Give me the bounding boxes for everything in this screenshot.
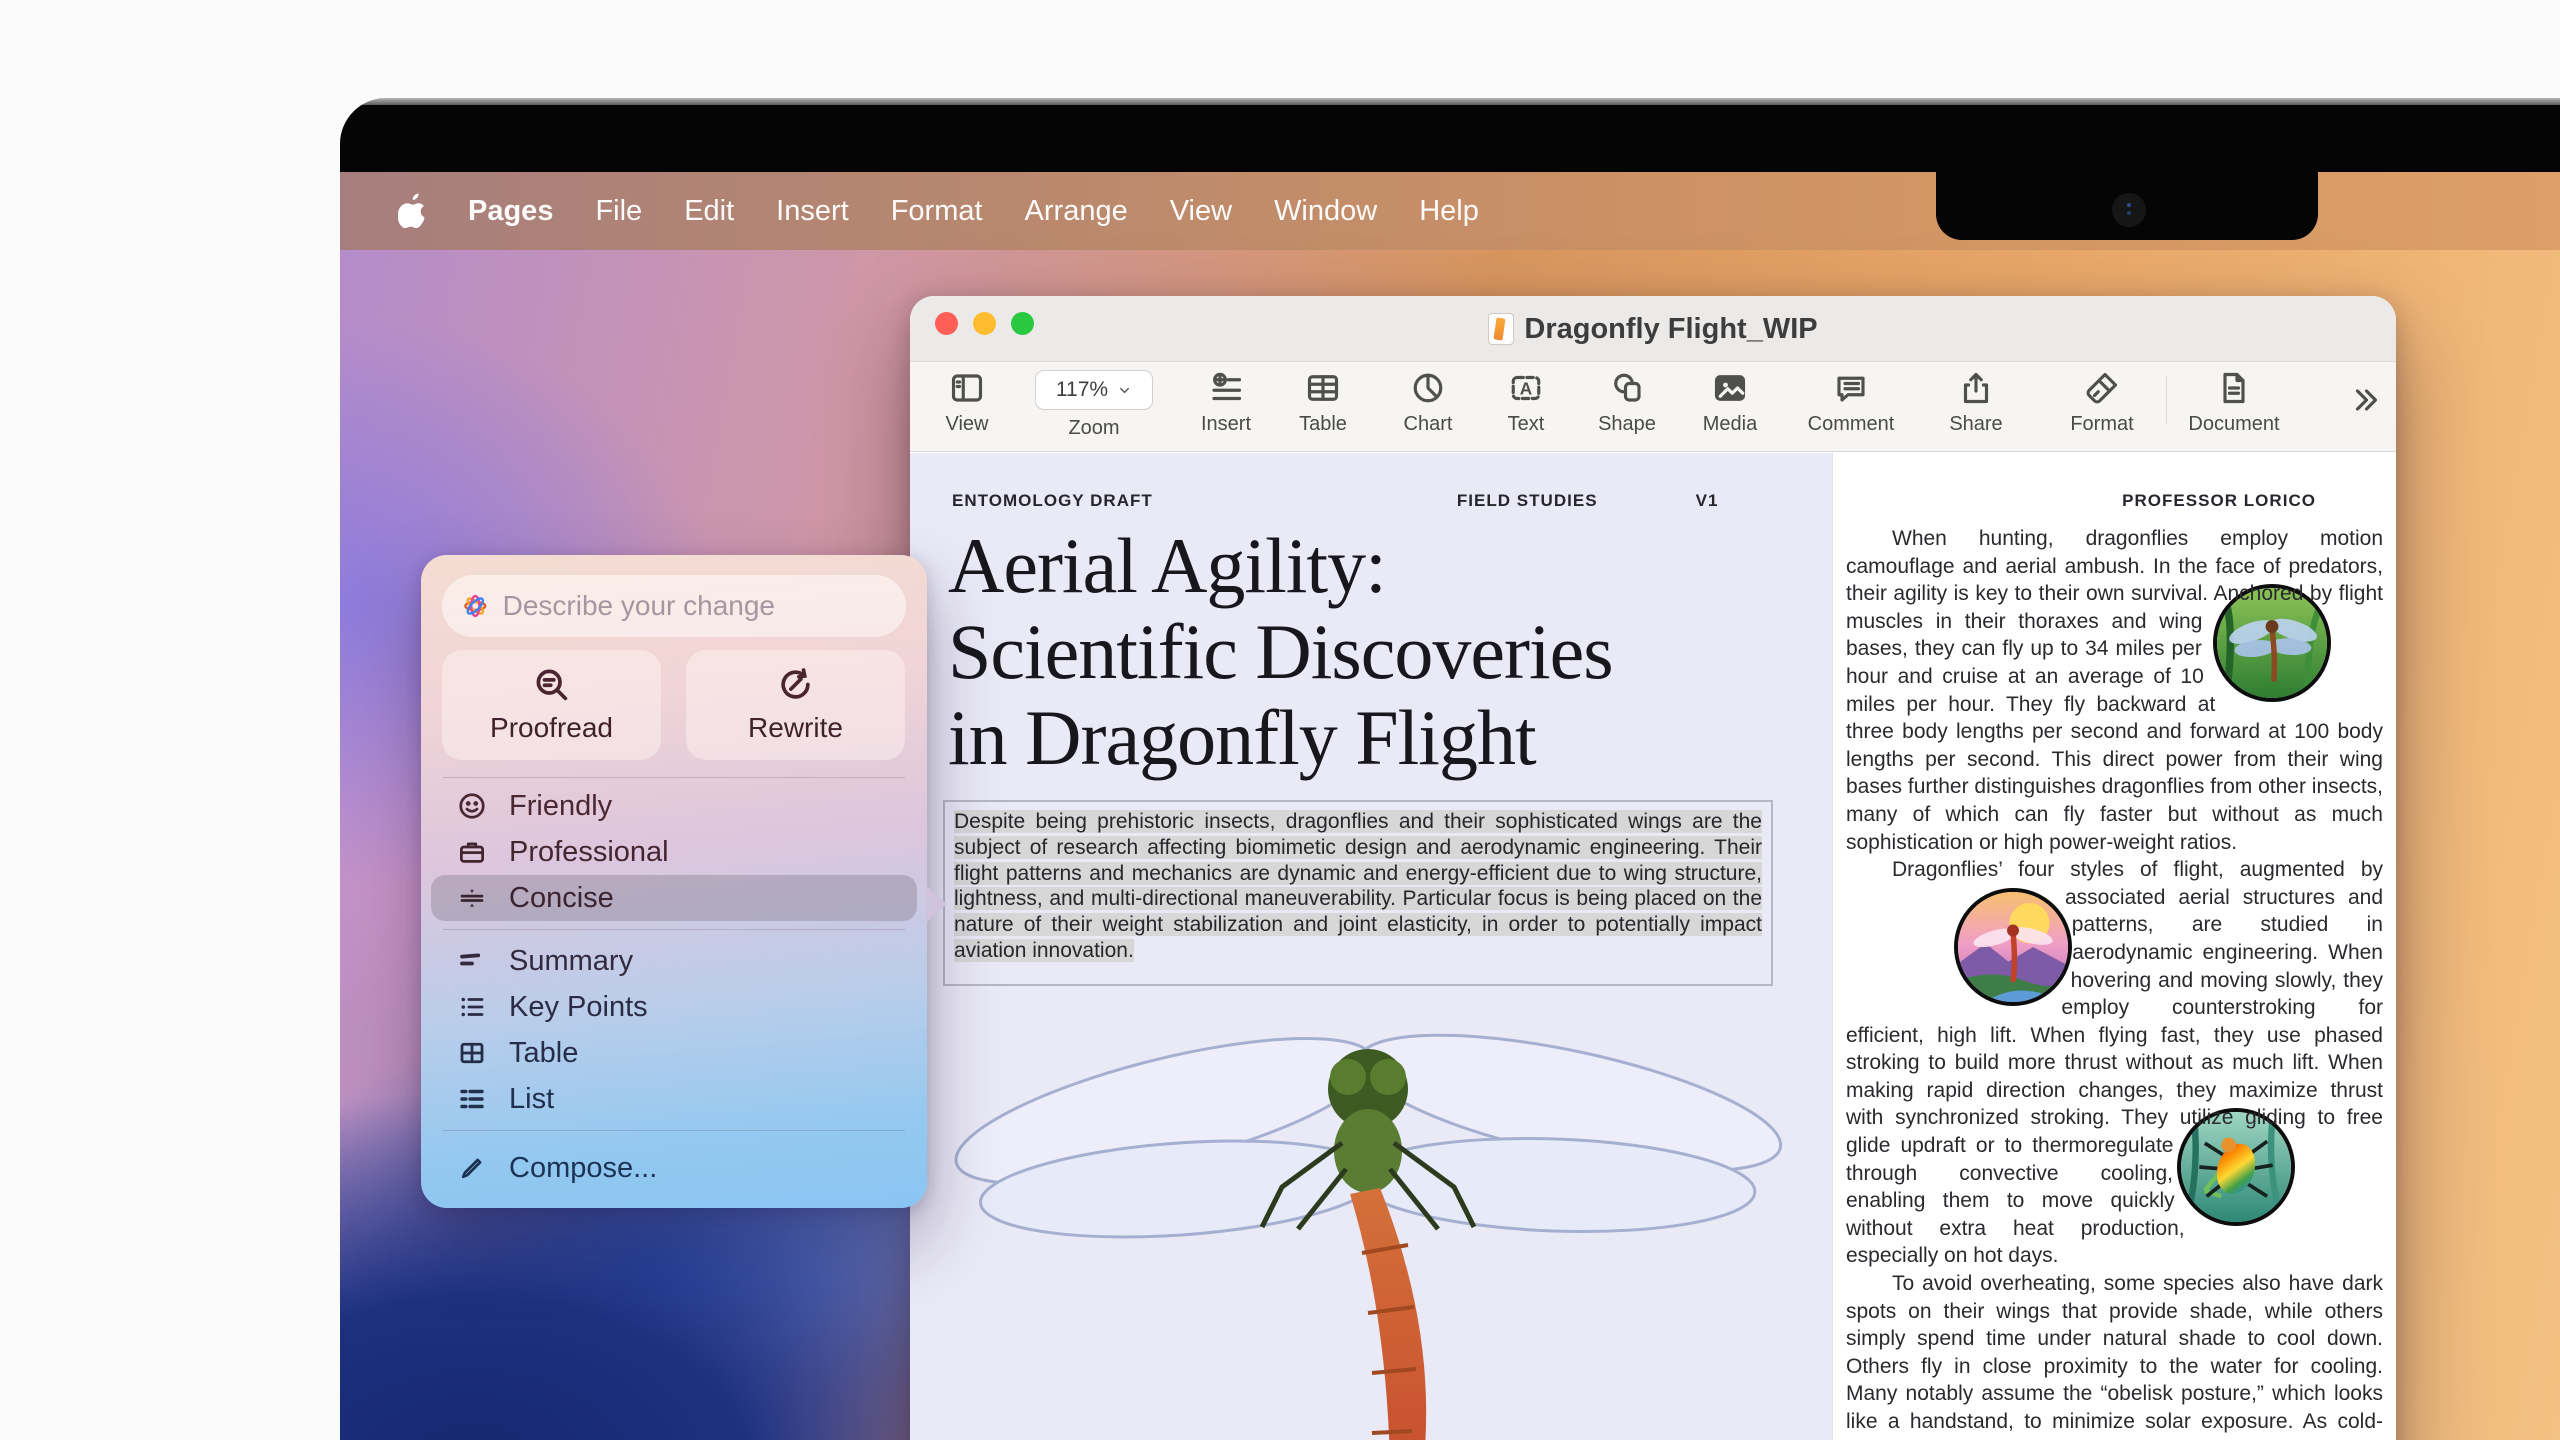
bullet-list-icon — [457, 992, 487, 1022]
svg-text:A: A — [1520, 379, 1532, 399]
document-icon — [1488, 313, 1514, 345]
pencil-icon — [457, 1153, 487, 1183]
screen-top-edge — [340, 98, 2560, 105]
popover-arrow — [926, 885, 947, 923]
writing-tools-popover: Proofread Rewrite Friendly Professional … — [421, 555, 927, 1208]
dragonfly-illustration[interactable] — [910, 993, 1832, 1440]
text-button[interactable]: A Text — [1471, 370, 1581, 436]
right-page: PROFESSOR LORICO When hunting, dragonfli… — [1832, 453, 2396, 1440]
popover-divider — [443, 777, 905, 778]
double-chevron-right-icon — [2347, 382, 2383, 418]
popover-divider — [443, 1130, 905, 1131]
kicker-field-studies: FIELD STUDIES — [1457, 491, 1598, 511]
proofread-button[interactable]: Proofread — [442, 650, 661, 760]
table-button[interactable]: Table — [1268, 370, 1378, 436]
insert-button[interactable]: Insert — [1171, 370, 1281, 436]
chevron-down-icon — [1117, 383, 1132, 398]
briefcase-icon — [457, 837, 487, 867]
format-button[interactable]: Format — [2047, 370, 2157, 436]
popover-divider — [443, 929, 905, 930]
media-button[interactable]: Media — [1675, 370, 1785, 436]
comment-button[interactable]: Comment — [1796, 370, 1906, 436]
action-key-points[interactable]: Key Points — [431, 984, 917, 1030]
share-button[interactable]: Share — [1921, 370, 2031, 436]
summary-icon — [457, 946, 487, 976]
describe-change-input[interactable] — [503, 590, 888, 622]
macbook-screen: Pages File Edit Insert Format Arrange Vi… — [340, 98, 2560, 1440]
menu-item-window[interactable]: Window — [1274, 195, 1377, 228]
rewrite-button[interactable]: Rewrite — [686, 650, 905, 760]
action-list[interactable]: List — [431, 1076, 917, 1122]
smiley-icon — [457, 791, 487, 821]
shape-button[interactable]: Shape — [1572, 370, 1682, 436]
menu-item-view[interactable]: View — [1170, 195, 1232, 228]
document-button[interactable]: Document — [2179, 370, 2289, 436]
menu-item-arrange[interactable]: Arrange — [1025, 195, 1128, 228]
apple-intelligence-icon — [460, 589, 491, 623]
describe-change-field[interactable] — [442, 575, 906, 637]
window-title: Dragonfly Flight_WIP — [910, 296, 2396, 362]
selected-paragraph[interactable]: Despite being prehistoric insects, drago… — [954, 810, 1762, 962]
left-page: ENTOMOLOGY DRAFT FIELD STUDIES V1 Aerial… — [910, 453, 1832, 1440]
paragraph-3[interactable]: To avoid overheating, some species also … — [1846, 1270, 2383, 1440]
list-icon — [457, 1084, 487, 1114]
inline-image-sunset-dragonfly[interactable] — [1954, 888, 2072, 1006]
table-icon — [457, 1038, 487, 1068]
tone-professional[interactable]: Professional — [431, 829, 917, 875]
concise-icon — [457, 883, 487, 913]
action-summary[interactable]: Summary — [431, 938, 917, 984]
more-toolbar-button[interactable] — [2310, 382, 2420, 418]
document-headline[interactable]: Aerial Agility: Scientific Discoveries i… — [948, 523, 1808, 781]
menu-item-pages[interactable]: Pages — [468, 195, 553, 228]
menu-item-file[interactable]: File — [595, 195, 642, 228]
body-text-column: When hunting, dragonflies employ motion … — [1846, 525, 2383, 1440]
paragraph-2[interactable]: Dragonflies’ four styles of flight, augm… — [1846, 856, 2383, 1270]
action-table[interactable]: Table — [431, 1030, 917, 1076]
chart-button[interactable]: Chart — [1373, 370, 1483, 436]
pages-window: Dragonfly Flight_WIP View 117% Zoom Inse… — [910, 296, 2396, 1440]
camera-icon — [2112, 193, 2146, 227]
kicker-entomology-draft: ENTOMOLOGY DRAFT — [952, 491, 1153, 511]
menu-item-format[interactable]: Format — [891, 195, 983, 228]
toolbar-divider — [2166, 376, 2167, 424]
camera-notch — [1936, 105, 2318, 240]
zoom-control[interactable]: 117% Zoom — [1034, 370, 1154, 440]
action-compose[interactable]: Compose... — [431, 1145, 917, 1191]
view-button[interactable]: View — [912, 370, 1022, 436]
apple-menu-icon[interactable] — [398, 193, 428, 229]
window-titlebar: Dragonfly Flight_WIP — [910, 296, 2396, 362]
menu-item-edit[interactable]: Edit — [684, 195, 734, 228]
tone-concise-selected[interactable]: Concise — [431, 875, 917, 921]
tone-friendly[interactable]: Friendly — [431, 783, 917, 829]
selected-text-box[interactable]: Despite being prehistoric insects, drago… — [943, 800, 1773, 986]
kicker-professor-lorico: PROFESSOR LORICO — [2122, 491, 2316, 511]
kicker-version: V1 — [1696, 491, 1719, 511]
proofread-icon — [533, 666, 570, 703]
toolbar: View 117% Zoom Insert Table Chart A Text… — [910, 362, 2396, 452]
paragraph-1[interactable]: When hunting, dragonflies employ motion … — [1846, 525, 2383, 856]
document-canvas: ENTOMOLOGY DRAFT FIELD STUDIES V1 Aerial… — [910, 453, 2396, 1440]
rewrite-icon — [777, 666, 814, 703]
menu-item-help[interactable]: Help — [1419, 195, 1479, 228]
menu-item-insert[interactable]: Insert — [776, 195, 849, 228]
